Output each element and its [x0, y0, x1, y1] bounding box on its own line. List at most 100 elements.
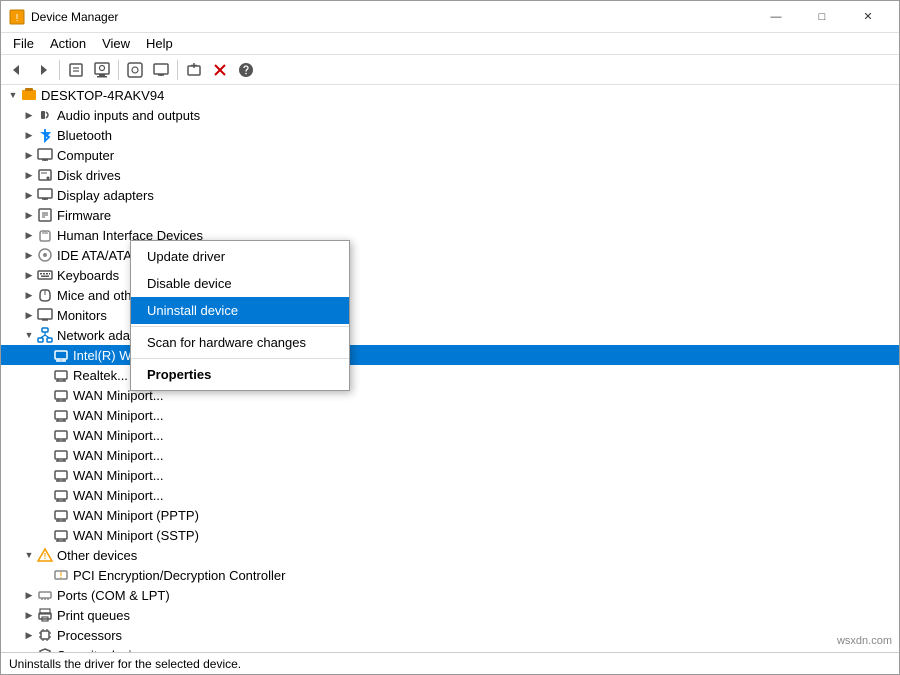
tree-item-wan-sstp[interactable]: WAN Miniport (SSTP) — [1, 525, 899, 545]
mice-expand[interactable]: ▶ — [21, 287, 37, 303]
tree-item-wan5[interactable]: WAN Miniport... — [1, 465, 899, 485]
tree-item-ports[interactable]: ▶ Ports (COM & LPT) — [1, 585, 899, 605]
processors-icon — [37, 627, 53, 643]
ports-expand[interactable]: ▶ — [21, 587, 37, 603]
hid-expand[interactable]: ▶ — [21, 227, 37, 243]
firmware-expand[interactable]: ▶ — [21, 207, 37, 223]
ports-label: Ports (COM & LPT) — [57, 588, 170, 603]
close-button[interactable]: ✕ — [845, 1, 891, 33]
wan1-icon — [53, 387, 69, 403]
context-menu: Update driver Disable device Uninstall d… — [130, 240, 350, 391]
toolbar-back[interactable] — [5, 58, 29, 82]
ctx-uninstall-device[interactable]: Uninstall device — [131, 297, 349, 324]
disk-expand[interactable]: ▶ — [21, 167, 37, 183]
wan-sstp-label: WAN Miniport (SSTP) — [73, 528, 199, 543]
tree-item-disk[interactable]: ▶ Disk drives — [1, 165, 899, 185]
display-label: Display adapters — [57, 188, 154, 203]
tree-item-bluetooth[interactable]: ▶ Bluetooth — [1, 125, 899, 145]
window-title: Device Manager — [31, 10, 753, 24]
network-expand[interactable]: ▼ — [21, 327, 37, 343]
tree-item-wan4[interactable]: WAN Miniport... — [1, 445, 899, 465]
toolbar-sep-2 — [118, 60, 119, 80]
hid-icon — [37, 227, 53, 243]
tree-item-wan-pptp[interactable]: WAN Miniport (PPTP) — [1, 505, 899, 525]
tree-item-pci[interactable]: ! PCI Encryption/Decryption Controller — [1, 565, 899, 585]
svg-text:!: ! — [44, 552, 47, 561]
status-text: Uninstalls the driver for the selected d… — [9, 657, 241, 671]
audio-icon — [37, 107, 53, 123]
disk-label: Disk drives — [57, 168, 121, 183]
intel-icon — [53, 347, 69, 363]
ide-expand[interactable]: ▶ — [21, 247, 37, 263]
maximize-button[interactable]: □ — [799, 1, 845, 33]
menu-file[interactable]: File — [5, 34, 42, 53]
security-expand[interactable]: ▶ — [21, 647, 37, 652]
audio-label: Audio inputs and outputs — [57, 108, 200, 123]
wan4-icon — [53, 447, 69, 463]
root-icon — [21, 87, 37, 103]
wan3-icon — [53, 427, 69, 443]
ctx-scan-hardware[interactable]: Scan for hardware changes — [131, 329, 349, 356]
toolbar-help[interactable] — [234, 58, 258, 82]
computer-expand[interactable]: ▶ — [21, 147, 37, 163]
wan-sstp-icon — [53, 527, 69, 543]
tree-item-wan2[interactable]: WAN Miniport... — [1, 405, 899, 425]
toolbar-remove[interactable] — [208, 58, 232, 82]
toolbar-properties[interactable] — [64, 58, 88, 82]
wan2-icon — [53, 407, 69, 423]
ctx-disable-device[interactable]: Disable device — [131, 270, 349, 297]
ide-icon — [37, 247, 53, 263]
window-controls: — □ ✕ — [753, 1, 891, 33]
monitors-label: Monitors — [57, 308, 107, 323]
keyboards-expand[interactable]: ▶ — [21, 267, 37, 283]
ctx-update-driver[interactable]: Update driver — [131, 243, 349, 270]
audio-expand[interactable]: ▶ — [21, 107, 37, 123]
tree-item-security[interactable]: ▶ Security devices — [1, 645, 899, 652]
intel-expand[interactable] — [37, 347, 53, 363]
realtek-icon — [53, 367, 69, 383]
root-expand[interactable]: ▼ — [5, 87, 21, 103]
tree-item-display[interactable]: ▶ Display adapters — [1, 185, 899, 205]
tree-item-computer[interactable]: ▶ Computer — [1, 145, 899, 165]
print-expand[interactable]: ▶ — [21, 607, 37, 623]
toolbar-add[interactable] — [182, 58, 206, 82]
minimize-button[interactable]: — — [753, 1, 799, 33]
security-icon — [37, 647, 53, 652]
tree-item-wan3[interactable]: WAN Miniport... — [1, 425, 899, 445]
tree-root[interactable]: ▼ DESKTOP-4RAKV94 — [1, 85, 899, 105]
menu-help[interactable]: Help — [138, 34, 181, 53]
display-expand[interactable]: ▶ — [21, 187, 37, 203]
realtek-expand[interactable] — [37, 367, 53, 383]
wan2-label: WAN Miniport... — [73, 408, 164, 423]
menu-action[interactable]: Action — [42, 34, 94, 53]
monitors-expand[interactable]: ▶ — [21, 307, 37, 323]
wan6-label: WAN Miniport... — [73, 488, 164, 503]
tree-item-print[interactable]: ▶ Print queues — [1, 605, 899, 625]
tree-item-processors[interactable]: ▶ Processors — [1, 625, 899, 645]
tree-item-other[interactable]: ▼ ! Other devices — [1, 545, 899, 565]
computer-icon — [37, 147, 53, 163]
toolbar-monitor[interactable] — [149, 58, 173, 82]
ctx-properties[interactable]: Properties — [131, 361, 349, 388]
menu-view[interactable]: View — [94, 34, 138, 53]
toolbar-sep-3 — [177, 60, 178, 80]
wan6-icon — [53, 487, 69, 503]
ctx-separator-2 — [131, 358, 349, 359]
toolbar-forward[interactable] — [31, 58, 55, 82]
toolbar-update-driver[interactable] — [90, 58, 114, 82]
bluetooth-expand[interactable]: ▶ — [21, 127, 37, 143]
wan-pptp-label: WAN Miniport (PPTP) — [73, 508, 199, 523]
processors-expand[interactable]: ▶ — [21, 627, 37, 643]
other-expand[interactable]: ▼ — [21, 547, 37, 563]
tree-item-wan6[interactable]: WAN Miniport... — [1, 485, 899, 505]
bluetooth-icon — [37, 127, 53, 143]
toolbar-scan[interactable] — [123, 58, 147, 82]
other-label: Other devices — [57, 548, 137, 563]
pci-label: PCI Encryption/Decryption Controller — [73, 568, 285, 583]
tree-item-firmware[interactable]: ▶ Firmware — [1, 205, 899, 225]
tree-item-audio[interactable]: ▶ Audio inputs and outputs — [1, 105, 899, 125]
status-bar: Uninstalls the driver for the selected d… — [1, 652, 899, 674]
keyboards-icon — [37, 267, 53, 283]
realtek-label: Realtek... — [73, 368, 128, 383]
watermark-text: wsxdn.com — [837, 635, 892, 647]
